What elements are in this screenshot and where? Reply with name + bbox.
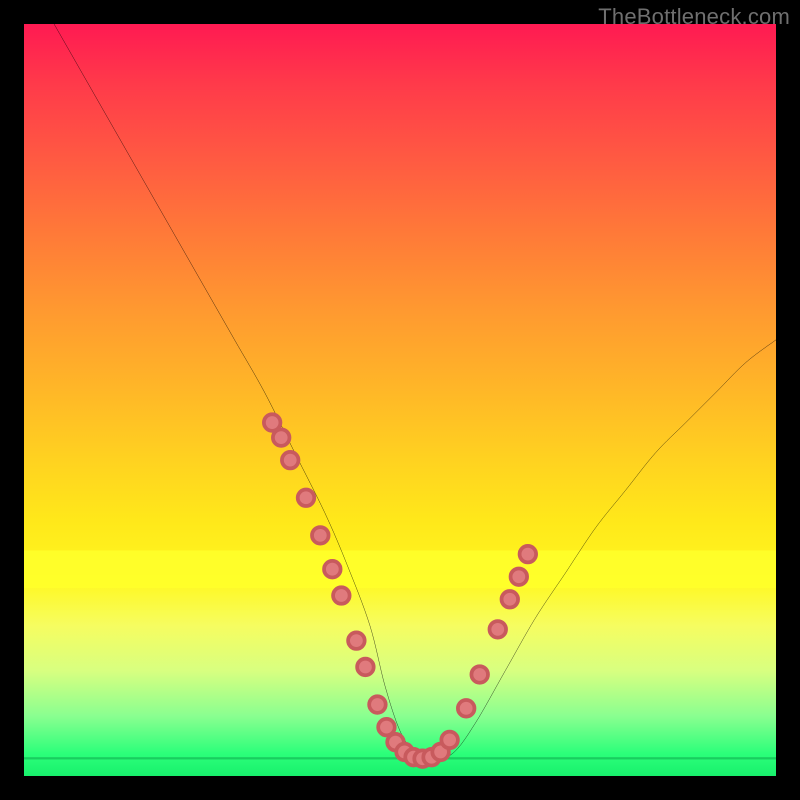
marker-dot [312, 527, 329, 544]
marker-dot [282, 452, 299, 469]
marker-dot [511, 568, 528, 585]
marker-dot [471, 666, 488, 683]
plot-area [24, 24, 776, 776]
marker-dot [333, 587, 350, 604]
yellow-band [24, 550, 776, 588]
marker-dot [348, 632, 365, 649]
dots-layer [264, 414, 536, 767]
marker-dot [520, 546, 537, 563]
bands-layer [24, 550, 776, 759]
watermark-text: TheBottleneck.com [598, 4, 790, 30]
marker-dot [298, 489, 315, 506]
marker-dot [273, 429, 290, 446]
marker-dot [489, 621, 506, 638]
outer-frame: TheBottleneck.com [0, 0, 800, 800]
marker-dot [441, 732, 458, 749]
marker-dot [357, 659, 374, 676]
marker-dot [324, 561, 341, 578]
marker-dot [369, 696, 386, 713]
curve-path [54, 24, 776, 761]
marker-dot [458, 700, 475, 717]
marker-dot [502, 591, 519, 608]
chart-svg [24, 24, 776, 776]
